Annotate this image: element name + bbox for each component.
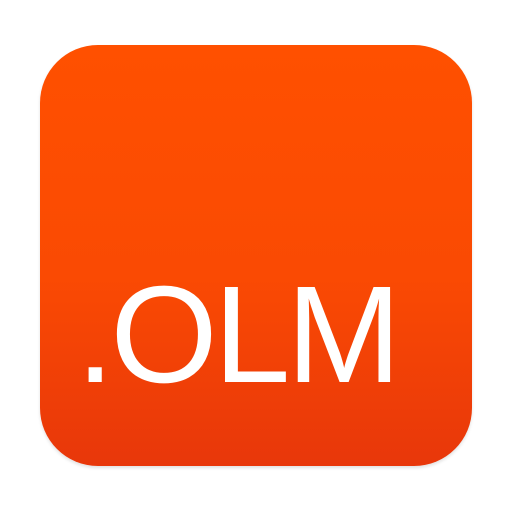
olm-file-icon: .OLM [40,45,472,466]
icon-canvas: .OLM [0,0,512,512]
file-extension-label: .OLM [76,258,401,412]
